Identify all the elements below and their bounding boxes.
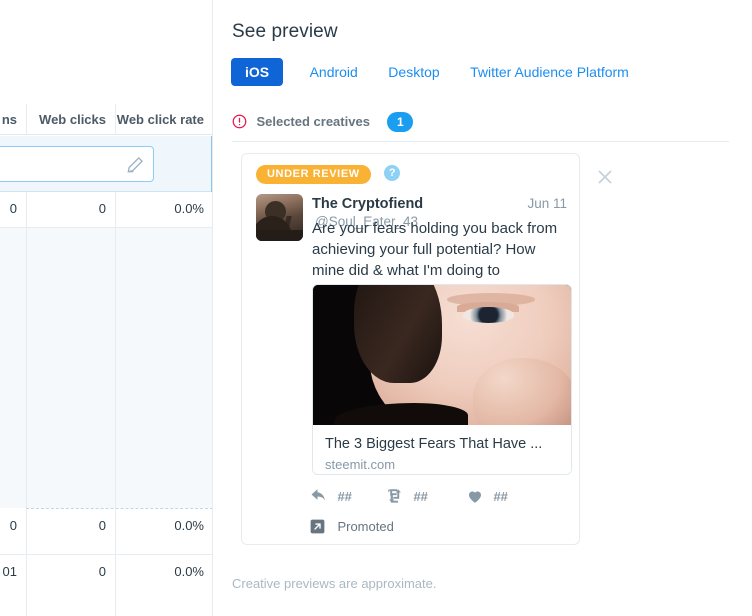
help-icon[interactable]: ? bbox=[384, 165, 401, 181]
like-count: ## bbox=[493, 489, 508, 504]
cell-web-clicks: 0 bbox=[26, 509, 115, 554]
cell-impressions: 01 bbox=[2, 564, 17, 579]
cell-impressions: 0 bbox=[9, 518, 17, 533]
promoted-label: Promoted bbox=[337, 519, 394, 534]
tweet-preview-card[interactable]: UNDER REVIEW ? Jun 11 The Cryptofiend @S… bbox=[241, 153, 580, 545]
selected-creatives-label: Selected creatives bbox=[256, 114, 370, 129]
avatar-shape-ground bbox=[256, 230, 303, 241]
close-icon[interactable] bbox=[594, 166, 616, 188]
retweet-count: ## bbox=[413, 489, 428, 504]
preview-footnote: Creative previews are approximate. bbox=[232, 576, 437, 591]
cell-web-clicks: 0 bbox=[26, 192, 115, 227]
tab-ios[interactable]: iOS bbox=[231, 58, 284, 86]
table-row[interactable]: 0 0 0.0% bbox=[0, 192, 213, 228]
platform-tabs: iOS Android Desktop Twitter Audience Pla… bbox=[231, 58, 655, 86]
avatar bbox=[256, 194, 303, 241]
image-shape-eye bbox=[462, 307, 515, 323]
selected-creatives-row: Selected creatives 1 bbox=[232, 112, 414, 134]
table-row[interactable]: 01 0 0.0% bbox=[0, 555, 213, 616]
table-header-row: ns Web clicks Web click rate bbox=[0, 104, 213, 135]
tweet-author-name[interactable]: The Cryptofiend bbox=[312, 196, 423, 212]
cell-web-clicks: 0 bbox=[26, 555, 115, 616]
column-header-impressions[interactable]: ns bbox=[0, 104, 26, 135]
metrics-table-panel: ns Web clicks Web click rate 0 0 0.0% 0 … bbox=[0, 0, 213, 616]
link-preview-card[interactable]: The 3 Biggest Fears That Have ... steemi… bbox=[312, 284, 572, 475]
tab-desktop[interactable]: Desktop bbox=[388, 58, 439, 86]
reply-icon bbox=[310, 487, 328, 505]
link-domain: steemit.com bbox=[325, 457, 396, 472]
creative-preview-pane: See preview iOS Android Desktop Twitter … bbox=[213, 0, 752, 616]
tab-twitter-audience-platform[interactable]: Twitter Audience Platform bbox=[470, 58, 629, 86]
page-title: See preview bbox=[232, 21, 338, 42]
link-preview-meta: The 3 Biggest Fears That Have ... steemi… bbox=[313, 425, 571, 474]
cell-impressions: 0 bbox=[9, 201, 17, 216]
cell-spacer-web-clicks bbox=[26, 228, 115, 508]
promoted-row: Promoted bbox=[310, 518, 394, 538]
heart-icon bbox=[466, 487, 484, 505]
card-status-row: UNDER REVIEW ? bbox=[256, 165, 401, 185]
like-action[interactable]: ## bbox=[466, 487, 508, 507]
cell-web-click-rate: 0.0% bbox=[115, 192, 213, 227]
cell-web-click-rate: 0.0% bbox=[115, 509, 213, 554]
table-row[interactable]: 0 0 0.0% bbox=[0, 509, 213, 555]
section-divider bbox=[232, 141, 729, 142]
table-row-spacer bbox=[0, 228, 213, 508]
selected-creatives-count: 1 bbox=[387, 112, 414, 132]
screen-root: ns Web clicks Web click rate 0 0 0.0% 0 … bbox=[0, 0, 752, 616]
reply-count: ## bbox=[337, 489, 352, 504]
link-title: The 3 Biggest Fears That Have ... bbox=[325, 436, 543, 452]
column-header-web-clicks[interactable]: Web clicks bbox=[26, 104, 115, 135]
status-badge: UNDER REVIEW bbox=[256, 165, 371, 184]
table-row-editing[interactable] bbox=[0, 136, 213, 192]
retweet-icon bbox=[386, 487, 404, 505]
alert-circle-icon bbox=[232, 114, 247, 129]
promoted-arrow-icon bbox=[310, 519, 325, 534]
edit-pencil-icon[interactable] bbox=[125, 155, 145, 175]
column-header-web-click-rate[interactable]: Web click rate bbox=[115, 104, 213, 135]
inline-edit-input[interactable] bbox=[0, 146, 154, 182]
image-shape-hand bbox=[472, 357, 571, 425]
link-preview-image bbox=[313, 285, 571, 425]
cell-spacer-web-click-rate bbox=[115, 228, 213, 508]
reply-action[interactable]: ## bbox=[310, 487, 352, 507]
tweet-actions: ## ## ## bbox=[310, 487, 570, 509]
retweet-action[interactable]: ## bbox=[386, 487, 428, 507]
tweet-date: Jun 11 bbox=[527, 196, 567, 211]
image-shape-hair bbox=[354, 285, 442, 383]
tab-android[interactable]: Android bbox=[310, 58, 358, 86]
cell-web-click-rate: 0.0% bbox=[115, 555, 213, 616]
